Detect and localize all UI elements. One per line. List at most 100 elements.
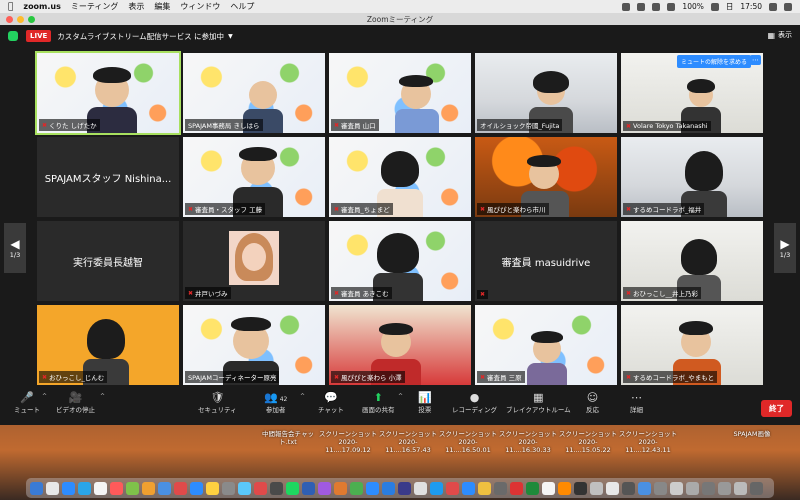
dock-app-icon[interactable]: [622, 481, 635, 495]
desktop-file[interactable]: 中間報告会チャッ ト.txt: [258, 430, 318, 446]
dock-app-icon[interactable]: [190, 481, 203, 495]
dock-app-icon[interactable]: [750, 481, 763, 495]
poll-button[interactable]: 📊 投票: [418, 391, 432, 414]
dock-app-icon[interactable]: [670, 481, 683, 495]
video-tile[interactable]: ✖ 審査員 あきこむ: [329, 221, 471, 301]
video-tile[interactable]: SPAJAMスタッフ Nishina...: [37, 137, 179, 217]
dock-app-icon[interactable]: [542, 481, 555, 495]
desktop-file[interactable]: スクリーンショット 2020-11....16.30.33: [498, 430, 558, 454]
dock-app-icon[interactable]: [414, 481, 427, 495]
dock-app-icon[interactable]: [206, 481, 219, 495]
status-icon[interactable]: [637, 2, 646, 11]
desktop-folder[interactable]: SPAJAM画像: [722, 430, 782, 438]
chevron-up-icon[interactable]: ^: [398, 393, 403, 400]
prev-page-button[interactable]: ◀ 1/3: [4, 223, 26, 273]
chevron-down-icon[interactable]: ▼: [228, 33, 233, 40]
minimize-window-button[interactable]: [17, 16, 24, 23]
dock-app-icon[interactable]: [702, 481, 715, 495]
maximize-window-button[interactable]: [28, 16, 35, 23]
chevron-up-icon[interactable]: ^: [100, 393, 105, 400]
desktop-file[interactable]: スクリーンショット 2020-11....16.50.01: [438, 430, 498, 454]
more-details-button[interactable]: ⋯ 詳細: [630, 391, 643, 414]
dock-app-icon[interactable]: [142, 481, 155, 495]
next-page-button[interactable]: ▶ 1/3: [774, 223, 796, 273]
video-tile[interactable]: ✖ 風ぴぴと楽わら 小澤: [329, 305, 471, 385]
dock-app-icon[interactable]: [30, 481, 43, 495]
clock-time[interactable]: 17:50: [740, 2, 762, 11]
desktop-file[interactable]: スクリーンショット 2020-11....17.09.12: [318, 430, 378, 454]
chevron-up-icon[interactable]: ^: [300, 393, 305, 400]
dock-app-icon[interactable]: [110, 481, 123, 495]
menu-view[interactable]: 表示: [128, 1, 144, 12]
livestream-status[interactable]: カスタムライブストリーム配信サービス に参加中: [57, 31, 224, 42]
video-tile[interactable]: ✖ おひっこし_じんむ: [37, 305, 179, 385]
dock-app-icon[interactable]: [558, 481, 571, 495]
encryption-shield-icon[interactable]: [8, 31, 18, 41]
bluetooth-icon[interactable]: [652, 2, 661, 11]
dock-app-icon[interactable]: [478, 481, 491, 495]
desktop-file[interactable]: スクリーンショット 2020-11....12.43.11: [618, 430, 678, 454]
video-tile[interactable]: ✖ くりた しげたか: [35, 51, 181, 135]
menu-edit[interactable]: 編集: [154, 1, 170, 12]
dock-app-icon[interactable]: [270, 481, 283, 495]
mute-button[interactable]: 🎤 ミュート: [14, 391, 40, 414]
reactions-button[interactable]: ☺ 反応: [586, 391, 599, 414]
video-tile[interactable]: ミュートの解除を求める ⋯ ✖ Volare Tokyo Takanashi: [621, 53, 763, 133]
dock-app-icon[interactable]: [606, 481, 619, 495]
dock-app-icon[interactable]: [126, 481, 139, 495]
search-icon[interactable]: [769, 2, 777, 11]
video-tile[interactable]: 実行委員長越智: [37, 221, 179, 301]
dock-app-icon[interactable]: [734, 481, 747, 495]
stop-video-button[interactable]: 🎥 ビデオの停止: [56, 391, 95, 414]
dock-app-icon[interactable]: [366, 481, 379, 495]
dock-app-icon[interactable]: [574, 481, 587, 495]
apple-icon[interactable]: : [8, 2, 13, 12]
menu-help[interactable]: ヘルプ: [230, 1, 254, 12]
video-tile[interactable]: ✖ 審査員 三原: [475, 305, 617, 385]
dock-app-icon[interactable]: [46, 481, 59, 495]
video-tile[interactable]: 審査員 masuidrive ✖: [475, 221, 617, 301]
chat-button[interactable]: 💬 チャット: [318, 391, 344, 414]
chevron-up-icon[interactable]: ^: [42, 393, 47, 400]
view-button[interactable]: ▦ 表示: [767, 30, 792, 40]
dock-app-icon[interactable]: [94, 481, 107, 495]
video-tile[interactable]: ✖ 審査員 山口: [329, 53, 471, 133]
desktop-file[interactable]: スクリーンショット 2020-11....15.05.22: [558, 430, 618, 454]
dock-app-icon[interactable]: [462, 481, 475, 495]
video-tile[interactable]: ✖ するめコードラボ_福井: [621, 137, 763, 217]
dock-app-icon[interactable]: [318, 481, 331, 495]
menu-window[interactable]: ウィンドウ: [180, 1, 220, 12]
more-options-icon[interactable]: ⋯: [750, 55, 761, 65]
dock-app-icon[interactable]: [430, 481, 443, 495]
dock-app-icon[interactable]: [654, 481, 667, 495]
share-screen-button[interactable]: ⬆ 画面の共有: [362, 391, 395, 414]
dock-app-icon[interactable]: [446, 481, 459, 495]
dock-app-icon[interactable]: [302, 481, 315, 495]
dock-app-icon[interactable]: [398, 481, 411, 495]
battery-icon[interactable]: [710, 2, 719, 11]
dock-app-icon[interactable]: [158, 481, 171, 495]
video-tile[interactable]: SPAJAMコーディネーター原亮: [183, 305, 325, 385]
dock-app-icon[interactable]: [686, 481, 699, 495]
control-center-icon[interactable]: [784, 2, 792, 11]
dock-app-icon[interactable]: [526, 481, 539, 495]
video-tile[interactable]: ✖ するめコードラボ_やまもと: [621, 305, 763, 385]
dock-app-icon[interactable]: [334, 481, 347, 495]
dock-app-icon[interactable]: [238, 481, 251, 495]
security-button[interactable]: 🛡 セキュリティ: [198, 391, 237, 414]
dock-app-icon[interactable]: [350, 481, 363, 495]
video-tile[interactable]: SPAJAM事務局 きしはら: [183, 53, 325, 133]
dock-app-icon[interactable]: [286, 481, 299, 495]
dock-app-icon[interactable]: [510, 481, 523, 495]
record-button[interactable]: ● レコーディング: [452, 391, 497, 414]
breakout-rooms-button[interactable]: ▦ ブレイクアウトルーム: [506, 391, 571, 414]
menu-meeting[interactable]: ミーティング: [71, 1, 119, 12]
close-window-button[interactable]: [6, 16, 13, 23]
video-tile[interactable]: ✖ おひっこし__井上乃彩: [621, 221, 763, 301]
dock-app-icon[interactable]: [174, 481, 187, 495]
desktop-file[interactable]: スクリーンショット 2020-11....16.57.43: [378, 430, 438, 454]
status-icon[interactable]: [622, 2, 631, 11]
menubar-app-name[interactable]: zoom.us: [23, 2, 60, 11]
dock-app-icon[interactable]: [62, 481, 75, 495]
dock-app-icon[interactable]: [78, 481, 91, 495]
